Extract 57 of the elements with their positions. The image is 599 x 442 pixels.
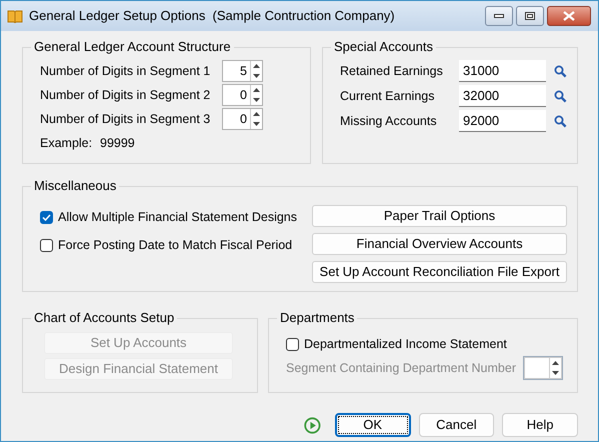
spin-box[interactable]: 0 [222, 108, 263, 130]
spin-value: 0 [239, 111, 248, 128]
group-title: Departments [279, 310, 356, 326]
play-icon [304, 416, 321, 434]
group-title: General Ledger Account Structure [33, 39, 232, 55]
checkbox-label: Allow Multiple Financial Statement Designs [58, 208, 297, 226]
spin-box[interactable]: 5 [222, 60, 263, 82]
input-field[interactable]: 32000 [459, 85, 546, 107]
down-arrow-icon [253, 122, 260, 126]
search-icon[interactable] [554, 90, 567, 102]
up-arrow-icon [253, 64, 260, 68]
spin-value: 0 [239, 87, 248, 104]
spin-value: 5 [239, 63, 248, 80]
up-arrow-icon [552, 361, 559, 365]
field-label: Current Earnings [340, 88, 436, 105]
down-arrow-icon [552, 371, 559, 375]
field-label: Number of Digits in Segment 3 [40, 110, 212, 128]
window-title: General Ledger Setup Options (Sample Contruction Company) [29, 7, 395, 26]
down-arrow-icon [253, 98, 260, 102]
close-icon [563, 11, 575, 21]
checkbox-label: Force Posting Date to Match Fiscal Period [58, 236, 292, 254]
action-button[interactable]: Set Up Account Reconciliation File Export [312, 261, 567, 283]
down-arrow-icon [253, 74, 260, 78]
check-icon [42, 214, 51, 220]
field-label: Number of Digits in Segment 1 [40, 62, 212, 80]
field-label: Number of Digits in Segment 2 [40, 86, 212, 104]
book-icon [7, 10, 23, 22]
close-button[interactable] [547, 6, 591, 26]
field-label: Example: [40, 134, 94, 152]
input-field[interactable]: 92000 [459, 110, 546, 132]
dialog-button[interactable]: Help [502, 413, 578, 437]
maximize-icon [525, 12, 535, 20]
maximize-button[interactable] [516, 6, 544, 26]
checkbox-label: Departmentalized Income Statement [304, 336, 507, 353]
search-icon[interactable] [554, 64, 567, 78]
action-button[interactable]: Paper Trail Options [312, 205, 567, 227]
dialog-button[interactable]: OK [334, 413, 410, 437]
checkbox[interactable] [40, 210, 53, 224]
group-title: Miscellaneous [33, 178, 118, 194]
spin-box[interactable]: 0 [222, 84, 263, 106]
action-button[interactable]: Financial Overview Accounts [312, 233, 567, 255]
example-value: 99999 [100, 134, 135, 152]
minimize-button[interactable] [485, 6, 513, 26]
field-label: Missing Accounts [340, 112, 438, 130]
search-icon[interactable] [554, 114, 567, 128]
up-arrow-icon [253, 112, 260, 116]
dialog-button[interactable]: Cancel [418, 413, 494, 437]
spin-box[interactable] [524, 357, 562, 379]
field-label: Segment Containing Department Number [286, 360, 516, 377]
field-label: Retained Earnings [340, 62, 444, 80]
checkbox[interactable] [40, 238, 53, 252]
up-arrow-icon [253, 88, 260, 92]
input-field[interactable]: 31000 [459, 60, 546, 82]
checkbox[interactable] [286, 338, 299, 350]
group-title: Chart of Accounts Setup [33, 310, 176, 326]
minimize-icon [494, 14, 504, 18]
group-title: Special Accounts [333, 39, 434, 55]
